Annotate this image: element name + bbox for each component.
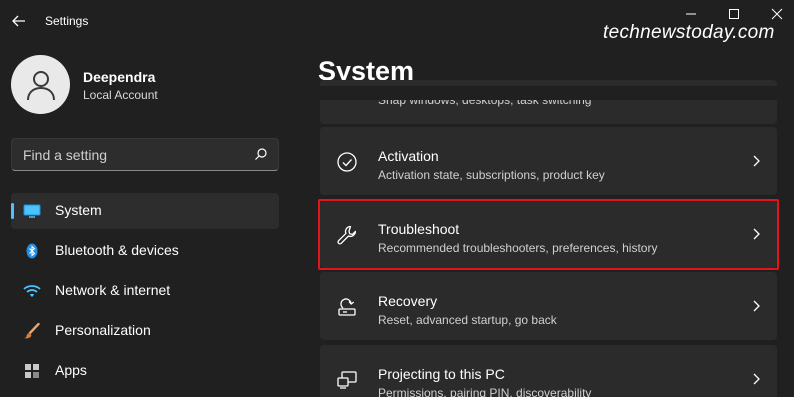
- maximize-icon: [729, 9, 739, 19]
- search-icon: [255, 148, 267, 160]
- avatar[interactable]: [11, 55, 70, 114]
- card-title: Projecting to this PC: [378, 366, 505, 382]
- apps-icon: [25, 364, 39, 378]
- paintbrush-icon: [24, 323, 40, 339]
- card-subtitle: Reset, advanced startup, go back: [378, 313, 557, 327]
- sidebar-item-bluetooth[interactable]: Bluetooth & devices: [11, 233, 279, 269]
- chevron-right-icon: [753, 228, 760, 240]
- chevron-right-icon: [753, 155, 760, 167]
- troubleshoot-card[interactable]: Troubleshoot Recommended troubleshooters…: [320, 200, 777, 268]
- sidebar-item-label: Bluetooth & devices: [55, 242, 179, 258]
- back-arrow-icon: [12, 15, 25, 27]
- recovery-card[interactable]: Recovery Reset, advanced startup, go bac…: [320, 272, 777, 340]
- user-name: Deependra: [83, 69, 156, 85]
- card-title: Activation: [378, 148, 439, 164]
- search-placeholder: Find a setting: [23, 147, 108, 163]
- card-subtitle: Permissions, pairing PIN, discoverabilit…: [378, 386, 592, 397]
- card-subtitle: Activation state, subscriptions, product…: [378, 168, 605, 182]
- account-type: Local Account: [83, 88, 158, 102]
- bluetooth-icon: [26, 243, 38, 259]
- app-title: Settings: [45, 14, 89, 28]
- sidebar-item-personalization[interactable]: Personalization: [11, 313, 279, 349]
- close-button[interactable]: [769, 6, 785, 22]
- maximize-button[interactable]: [726, 6, 742, 22]
- sidebar-item-label: System: [55, 202, 102, 218]
- wrench-icon: [337, 225, 357, 245]
- scroll-clip: [300, 86, 794, 100]
- projector-icon: [337, 371, 357, 389]
- card-subtitle: Recommended troubleshooters, preferences…: [378, 241, 658, 255]
- sidebar-item-system[interactable]: System: [11, 193, 279, 229]
- minimize-button[interactable]: [683, 6, 699, 22]
- card-title: Recovery: [378, 293, 438, 309]
- chevron-right-icon: [753, 300, 760, 312]
- sidebar-item-label: Personalization: [55, 322, 151, 338]
- check-circle-icon: [337, 152, 357, 172]
- sidebar-item-apps[interactable]: Apps: [11, 353, 279, 389]
- minimize-icon: [686, 13, 696, 15]
- chevron-right-icon: [753, 373, 760, 385]
- projecting-card[interactable]: Projecting to this PC Permissions, pairi…: [320, 345, 777, 397]
- card-title: Troubleshoot: [378, 221, 460, 237]
- sidebar-item-network[interactable]: Network & internet: [11, 273, 279, 309]
- sidebar-item-label: Network & internet: [55, 282, 171, 298]
- active-indicator: [11, 203, 14, 219]
- close-icon: [771, 8, 783, 20]
- watermark: technewstoday.com: [603, 22, 775, 43]
- recovery-icon: [338, 298, 356, 316]
- activation-card[interactable]: Activation Activation state, subscriptio…: [320, 127, 777, 195]
- wifi-icon: [23, 285, 41, 297]
- monitor-icon: [23, 204, 41, 218]
- search-input[interactable]: Find a setting: [11, 138, 279, 171]
- user-icon: [27, 71, 55, 101]
- back-button[interactable]: [10, 12, 28, 30]
- sidebar-item-label: Apps: [55, 362, 87, 378]
